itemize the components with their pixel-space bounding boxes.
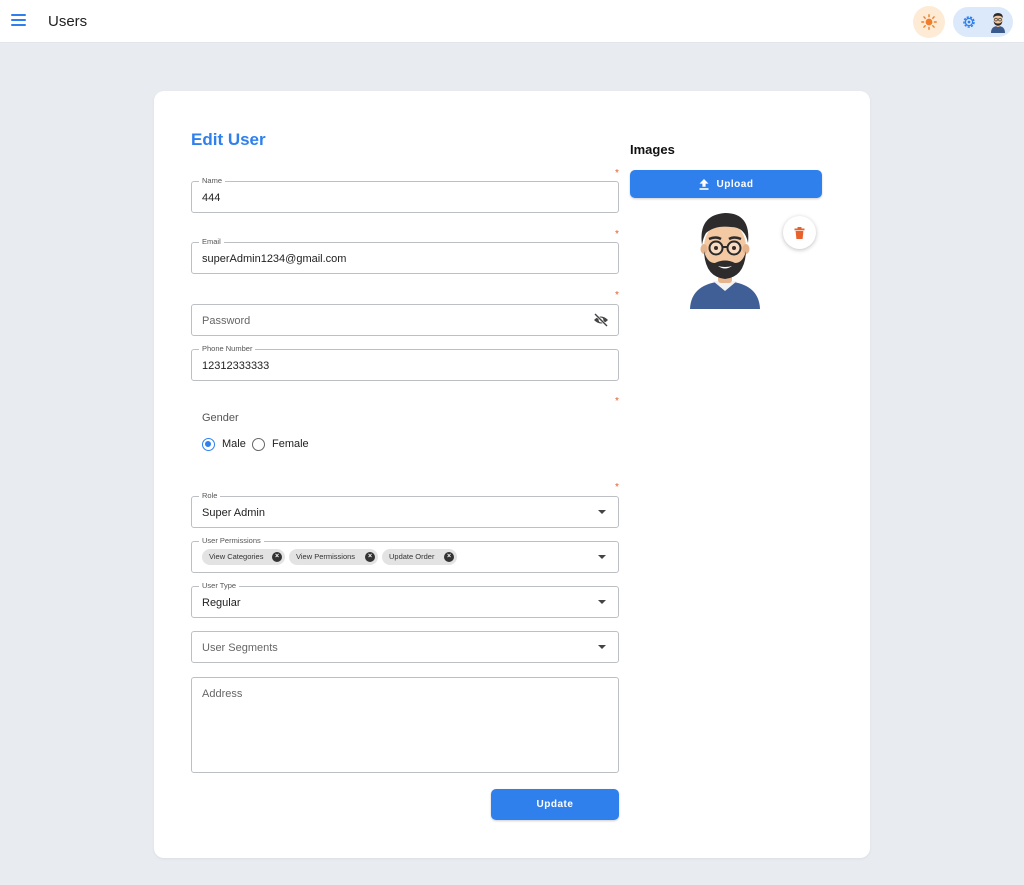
gender-female-radio[interactable] (252, 438, 265, 451)
close-icon[interactable]: × (272, 552, 282, 562)
email-value: superAdmin1234@gmail.com (202, 253, 347, 265)
gear-icon (963, 16, 975, 28)
app-bar: Users (0, 0, 1024, 43)
upload-label: Upload (716, 178, 754, 190)
eye-off-icon[interactable] (593, 313, 609, 327)
user-type-label: User Type (199, 581, 240, 591)
user-avatar-icon (991, 13, 1005, 33)
close-icon[interactable]: × (444, 552, 454, 562)
role-label: Role (199, 491, 221, 501)
role-value: Super Admin (202, 507, 265, 519)
password-placeholder: Password (202, 315, 251, 327)
account-menu-button[interactable] (953, 7, 1013, 37)
phone-number-field[interactable]: Phone Number 12312333333 (191, 344, 619, 381)
chevron-down-icon[interactable] (598, 510, 606, 514)
permission-chip-label: View Permissions (296, 552, 356, 561)
gender-label: Gender (202, 412, 239, 424)
upload-button[interactable]: Upload (630, 170, 822, 198)
permission-chip[interactable]: View Permissions × (289, 549, 378, 565)
chevron-down-icon[interactable] (598, 555, 606, 559)
required-marker: * (615, 229, 619, 240)
close-icon[interactable]: × (365, 552, 375, 562)
form-title: Edit User (191, 130, 266, 149)
required-marker: * (615, 168, 619, 179)
name-label: Name (199, 176, 226, 186)
page-title: Users (48, 13, 88, 30)
hamburger-menu-icon[interactable] (11, 14, 26, 28)
password-field[interactable]: Password (191, 304, 619, 336)
upload-icon (699, 178, 709, 190)
user-permissions-select[interactable]: User Permissions View Categories × View … (191, 536, 619, 573)
gender-male-radio[interactable] (202, 438, 215, 451)
user-type-value: Regular (202, 597, 241, 609)
phone-number-value: 12312333333 (202, 360, 270, 372)
sun-icon (921, 14, 937, 30)
edit-user-card: Edit User * Name 444 * Email superAdmin1… (154, 91, 870, 858)
user-avatar-image (690, 213, 760, 309)
gender-female-label[interactable]: Female (272, 438, 309, 450)
permission-chip-label: View Categories (209, 552, 264, 561)
name-field[interactable]: Name 444 (191, 176, 619, 213)
theme-toggle-button[interactable] (913, 6, 945, 38)
permission-chip[interactable]: View Categories × (202, 549, 285, 565)
chevron-down-icon[interactable] (598, 645, 606, 649)
user-type-select[interactable]: User Type Regular (191, 581, 619, 618)
update-button[interactable]: Update (491, 789, 619, 820)
chevron-down-icon[interactable] (598, 600, 606, 604)
delete-image-button[interactable] (783, 216, 816, 249)
permission-chip-label: Update Order (389, 552, 435, 561)
images-heading: Images (630, 142, 675, 157)
gender-male-label[interactable]: Male (222, 438, 246, 450)
user-segments-select[interactable]: User Segments (191, 631, 619, 663)
address-placeholder: Address (202, 688, 243, 700)
required-marker: * (615, 482, 619, 493)
user-segments-placeholder: User Segments (202, 642, 278, 654)
required-marker: * (615, 396, 619, 407)
trash-icon (794, 226, 805, 239)
role-select[interactable]: Role Super Admin (191, 491, 619, 528)
phone-number-label: Phone Number (199, 344, 256, 354)
permission-chip[interactable]: Update Order × (382, 549, 457, 565)
user-permissions-label: User Permissions (199, 536, 264, 546)
email-label: Email (199, 237, 224, 247)
name-value: 444 (202, 192, 221, 204)
address-textarea[interactable]: Address (191, 677, 619, 773)
email-field[interactable]: Email superAdmin1234@gmail.com (191, 237, 619, 274)
required-marker: * (615, 290, 619, 301)
